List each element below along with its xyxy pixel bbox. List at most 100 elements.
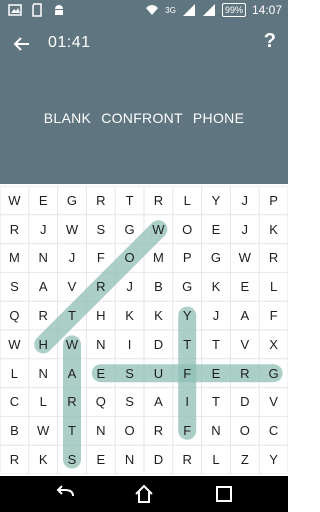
grid-letter[interactable]: J bbox=[29, 215, 58, 244]
grid-letter[interactable]: V bbox=[259, 388, 288, 417]
grid-letter[interactable]: R bbox=[144, 186, 173, 215]
grid-letter[interactable]: D bbox=[230, 388, 259, 417]
grid-letter[interactable]: Q bbox=[0, 301, 29, 330]
grid-letter[interactable]: C bbox=[259, 416, 288, 445]
grid-letter[interactable]: G bbox=[115, 215, 144, 244]
grid-letter[interactable]: A bbox=[58, 359, 87, 388]
help-button[interactable]: ? bbox=[264, 30, 276, 53]
grid-letter[interactable]: O bbox=[230, 416, 259, 445]
grid-letter[interactable]: O bbox=[173, 215, 202, 244]
grid-letter[interactable]: F bbox=[173, 416, 202, 445]
grid-letter[interactable]: E bbox=[86, 445, 115, 474]
grid-letter[interactable]: S bbox=[58, 445, 87, 474]
grid-letter[interactable]: N bbox=[86, 330, 115, 359]
grid-letter[interactable]: F bbox=[86, 244, 115, 273]
grid-letter[interactable]: L bbox=[202, 445, 231, 474]
grid-letter[interactable]: F bbox=[259, 301, 288, 330]
grid-letter[interactable]: P bbox=[173, 244, 202, 273]
grid-letter[interactable]: R bbox=[144, 416, 173, 445]
grid-letter[interactable]: Y bbox=[173, 301, 202, 330]
word-search-grid[interactable]: WEGRTRLYJPRJWSGWOEJKMNJFOMPGWRSAVRJBGKEL… bbox=[0, 186, 288, 474]
grid-letter[interactable]: W bbox=[29, 416, 58, 445]
grid-letter[interactable]: L bbox=[29, 388, 58, 417]
grid-letter[interactable]: D bbox=[144, 330, 173, 359]
grid-letter[interactable]: W bbox=[58, 215, 87, 244]
grid-letter[interactable]: G bbox=[202, 244, 231, 273]
grid-letter[interactable]: A bbox=[230, 301, 259, 330]
grid-letter[interactable]: L bbox=[0, 359, 29, 388]
grid-letter[interactable]: S bbox=[115, 359, 144, 388]
grid-letter[interactable]: I bbox=[115, 330, 144, 359]
grid-letter[interactable]: G bbox=[173, 272, 202, 301]
grid-letter[interactable]: A bbox=[29, 272, 58, 301]
back-arrow-icon[interactable] bbox=[10, 32, 34, 56]
grid-letter[interactable]: J bbox=[58, 244, 87, 273]
grid-letter[interactable]: J bbox=[115, 272, 144, 301]
grid-letter[interactable]: Z bbox=[230, 445, 259, 474]
grid-letter[interactable]: K bbox=[115, 301, 144, 330]
grid-letter[interactable]: S bbox=[115, 388, 144, 417]
grid-letter[interactable]: R bbox=[230, 359, 259, 388]
grid-letter[interactable]: N bbox=[115, 445, 144, 474]
grid-letter[interactable]: B bbox=[0, 416, 29, 445]
grid-letter[interactable]: Y bbox=[202, 186, 231, 215]
grid-letter[interactable]: N bbox=[29, 244, 58, 273]
grid-letter[interactable]: A bbox=[144, 388, 173, 417]
grid-letter[interactable]: X bbox=[259, 330, 288, 359]
grid-letter[interactable]: R bbox=[0, 445, 29, 474]
grid-letter[interactable]: J bbox=[202, 301, 231, 330]
grid-letter[interactable]: T bbox=[58, 301, 87, 330]
grid-letter[interactable]: T bbox=[58, 416, 87, 445]
grid-letter[interactable]: K bbox=[29, 445, 58, 474]
grid-letter[interactable]: R bbox=[29, 301, 58, 330]
grid-letter[interactable]: R bbox=[58, 388, 87, 417]
grid-letter[interactable]: R bbox=[86, 186, 115, 215]
grid-letter[interactable]: E bbox=[86, 359, 115, 388]
grid-letter[interactable]: M bbox=[144, 244, 173, 273]
grid-letter[interactable]: U bbox=[144, 359, 173, 388]
grid-letter[interactable]: R bbox=[259, 244, 288, 273]
grid-letter[interactable]: T bbox=[202, 388, 231, 417]
grid-letter[interactable]: T bbox=[115, 186, 144, 215]
grid-letter[interactable]: C bbox=[0, 388, 29, 417]
grid-letter[interactable]: L bbox=[173, 186, 202, 215]
grid-letter[interactable]: D bbox=[144, 445, 173, 474]
back-arrow-icon[interactable] bbox=[53, 482, 77, 506]
grid-letter[interactable]: I bbox=[173, 388, 202, 417]
grid-letter[interactable]: R bbox=[0, 215, 29, 244]
grid-letter[interactable]: P bbox=[259, 186, 288, 215]
grid-letter[interactable]: T bbox=[202, 330, 231, 359]
grid-letter[interactable]: K bbox=[259, 215, 288, 244]
grid-letter[interactable]: W bbox=[230, 244, 259, 273]
grid-letter[interactable]: N bbox=[202, 416, 231, 445]
grid-letter[interactable]: N bbox=[29, 359, 58, 388]
grid-letter[interactable]: R bbox=[86, 272, 115, 301]
grid-letter[interactable]: H bbox=[86, 301, 115, 330]
grid-letter[interactable]: V bbox=[230, 330, 259, 359]
grid-letter[interactable]: K bbox=[202, 272, 231, 301]
grid-letter[interactable]: J bbox=[230, 215, 259, 244]
grid-letter[interactable]: E bbox=[29, 186, 58, 215]
grid-letter[interactable]: B bbox=[144, 272, 173, 301]
grid-letter[interactable]: O bbox=[115, 244, 144, 273]
grid-letter[interactable]: S bbox=[0, 272, 29, 301]
grid-letter[interactable]: E bbox=[202, 359, 231, 388]
grid-letter[interactable]: G bbox=[58, 186, 87, 215]
grid-letter[interactable]: G bbox=[259, 359, 288, 388]
grid-letter[interactable]: W bbox=[0, 186, 29, 215]
grid-letter[interactable]: L bbox=[259, 272, 288, 301]
grid-letter[interactable]: W bbox=[58, 330, 87, 359]
grid-letter[interactable]: E bbox=[230, 272, 259, 301]
grid-letter[interactable]: W bbox=[144, 215, 173, 244]
grid-letter[interactable]: H bbox=[29, 330, 58, 359]
grid-letter[interactable]: V bbox=[58, 272, 87, 301]
grid-letter[interactable]: R bbox=[173, 445, 202, 474]
grid-letter[interactable]: J bbox=[230, 186, 259, 215]
recent-apps-icon[interactable] bbox=[212, 482, 236, 506]
grid-letter[interactable]: W bbox=[0, 330, 29, 359]
grid-letter[interactable]: K bbox=[144, 301, 173, 330]
grid-letter[interactable]: S bbox=[86, 215, 115, 244]
grid-letter[interactable]: Q bbox=[86, 388, 115, 417]
grid-letter[interactable]: E bbox=[202, 215, 231, 244]
grid-letter[interactable]: Y bbox=[259, 445, 288, 474]
